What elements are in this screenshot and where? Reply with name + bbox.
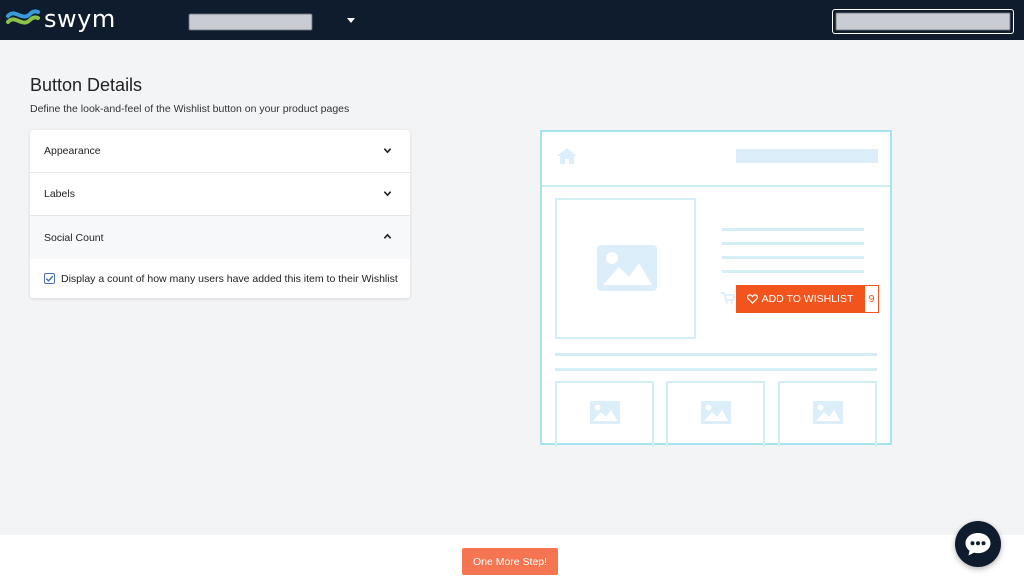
top-navigation-bar: swym swymwishlisttest deepak.kannan@swym…: [0, 0, 1024, 40]
image-placeholder-icon: [597, 245, 657, 291]
social-count-option-label: Display a count of how many users have a…: [61, 272, 398, 285]
preview-thumbnail: [778, 381, 877, 447]
page-subtitle: Define the look-and-feel of the Wishlist…: [30, 103, 350, 115]
chat-bubble-icon: [965, 533, 991, 556]
chevron-up-icon: [383, 233, 392, 239]
preview-thumbnail: [555, 381, 654, 447]
preview-text-line: [722, 256, 864, 259]
preview-divider: [555, 353, 877, 356]
preview-search-bar: [736, 149, 878, 163]
accordion-item-label: Labels: [44, 188, 75, 200]
store-selector[interactable]: swymwishlisttest: [189, 14, 312, 30]
accordion-item-social-count[interactable]: Social Count: [30, 216, 410, 259]
image-placeholder-icon: [701, 401, 731, 424]
wishlist-count-badge: 9: [864, 285, 879, 313]
image-placeholder-icon: [813, 401, 843, 424]
chevron-down-icon: [383, 148, 392, 154]
preview-text-line: [722, 228, 864, 231]
accordion-item-label: Appearance: [44, 145, 101, 157]
accordion-item-label: Social Count: [44, 231, 104, 244]
add-to-wishlist-label: ADD TO WISHLIST: [761, 293, 854, 305]
preview-header-divider: [542, 185, 890, 187]
accordion-item-appearance[interactable]: Appearance: [30, 130, 410, 173]
account-email: deepak.kannan@swymcorp.com: [836, 13, 1010, 30]
social-count-option: Display a count of how many users have a…: [30, 259, 410, 298]
logo-wordmark: swym: [44, 5, 116, 33]
accordion-item-labels[interactable]: Labels: [30, 173, 410, 216]
preview-divider: [555, 368, 877, 371]
preview-thumbnail: [666, 381, 765, 447]
home-icon: [557, 148, 577, 164]
preview-product-image: [555, 198, 696, 339]
chat-launcher-button[interactable]: [955, 521, 1001, 567]
social-count-checkbox[interactable]: [44, 273, 55, 284]
image-placeholder-icon: [590, 401, 620, 424]
add-to-wishlist-button[interactable]: ADD TO WISHLIST: [736, 285, 864, 313]
checkmark-icon: [45, 275, 54, 282]
page-title: Button Details: [30, 75, 143, 95]
heart-icon: [746, 294, 758, 304]
preview-text-line: [722, 242, 864, 245]
one-more-step-button[interactable]: One More Step!: [462, 548, 558, 575]
preview-text-line: [722, 270, 864, 273]
account-menu[interactable]: deepak.kannan@swymcorp.com: [832, 9, 1014, 34]
wishlist-button-preview: ADD TO WISHLIST 9: [540, 130, 892, 447]
swym-logo-icon: [6, 9, 40, 25]
chevron-down-icon: [383, 191, 392, 197]
cart-icon: [721, 292, 735, 304]
swym-logo[interactable]: swym: [6, 4, 116, 34]
settings-accordion: Appearance Labels Social Count Display a…: [30, 130, 410, 298]
chevron-down-icon[interactable]: [347, 18, 355, 23]
